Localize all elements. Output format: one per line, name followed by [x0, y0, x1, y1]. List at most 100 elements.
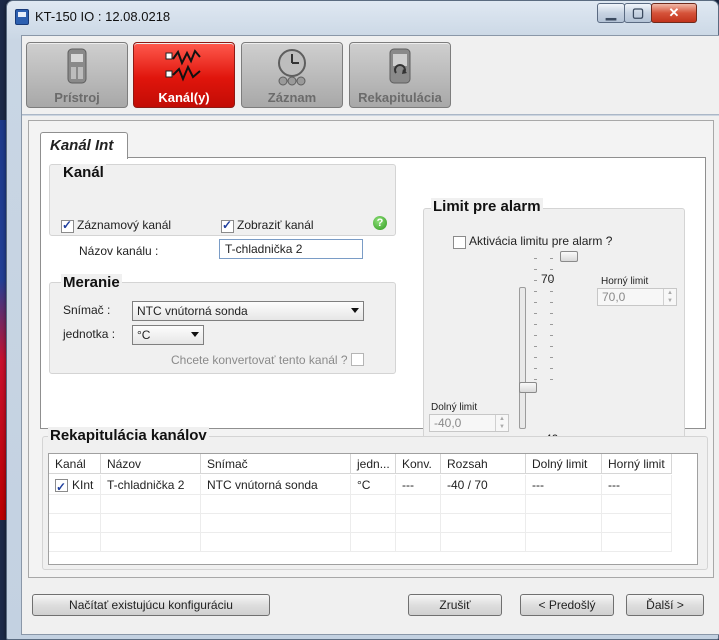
table-cell: [49, 513, 101, 533]
table-cell[interactable]: -40 / 70: [441, 475, 526, 495]
spin-buttons[interactable]: ▲ ▼: [495, 415, 508, 431]
table-cell: [351, 513, 396, 533]
slider-tick: [550, 368, 553, 369]
table-cell: [351, 494, 396, 514]
upper-limit-slider-thumb[interactable]: [560, 251, 578, 262]
toolbar-divider: [22, 114, 719, 116]
slider-tick: [534, 357, 537, 358]
slider-tick: [550, 258, 553, 259]
cancel-button[interactable]: Zrušiť: [408, 594, 502, 616]
table-cell: [201, 513, 351, 533]
lower-limit-spinbox[interactable]: -40,0 ▲ ▼: [429, 414, 509, 432]
column-header[interactable]: Kanál: [49, 454, 101, 474]
lower-limit-slider-thumb[interactable]: [519, 382, 537, 393]
table-cell: [441, 513, 526, 533]
slider-tick: [534, 324, 537, 325]
summary-table: Kanál Názov Snímač jedn... Konv. Rozsah Dolný …: [48, 453, 698, 565]
slider-tick: [550, 357, 553, 358]
table-cell[interactable]: ---: [526, 475, 602, 495]
table-cell: [101, 532, 201, 552]
minimize-button[interactable]: ▁: [597, 3, 625, 23]
lower-limit-value: -40,0: [434, 416, 462, 430]
load-config-button[interactable]: Načítať existujúcu konfiguráciu: [32, 594, 270, 616]
spin-buttons[interactable]: ▲ ▼: [663, 289, 676, 305]
display-channel-checkbox[interactable]: [221, 218, 234, 233]
slider-tick: [534, 280, 537, 281]
app-icon: [15, 9, 29, 25]
slider-tick: [534, 368, 537, 369]
spin-up-icon: ▲: [667, 290, 673, 296]
next-button[interactable]: Ďalší >: [626, 594, 704, 616]
tab-kanal-int-label: Kanál Int: [50, 137, 114, 154]
column-header[interactable]: Horný limit: [602, 454, 672, 474]
maximize-button[interactable]: ▢: [624, 3, 652, 23]
title-bar[interactable]: KT-150 IO : 12.08.0218 ▁ ▢ ✕: [7, 1, 718, 31]
tab-pristroj[interactable]: Prístroj: [26, 42, 128, 108]
slider-tick: [550, 302, 553, 303]
slider-tick: [550, 324, 553, 325]
column-header[interactable]: Názov: [101, 454, 201, 474]
help-icon[interactable]: ?: [373, 216, 387, 230]
previous-button[interactable]: < Predošlý: [520, 594, 614, 616]
alarm-limit-title: Limit pre alarm: [431, 198, 543, 215]
table-cell: [49, 532, 101, 552]
column-header[interactable]: Rozsah: [441, 454, 526, 474]
summary-title: Rekapitulácia kanálov: [48, 427, 209, 444]
cell-text: KInt: [72, 478, 94, 492]
kanal-group-title: Kanál: [61, 164, 106, 181]
device-icon: [67, 48, 87, 84]
tab-zaznam[interactable]: Záznam: [241, 42, 343, 108]
table-cell: [441, 494, 526, 514]
alarm-activation-label: Aktivácia limitu pre alarm ?: [469, 234, 613, 248]
slider-tick: [534, 346, 537, 347]
slider-tick: [534, 379, 537, 380]
table-cell[interactable]: ---: [602, 475, 672, 495]
chevron-down-icon: [191, 332, 199, 337]
spin-down-icon: ▼: [499, 424, 505, 430]
unit-label: jednotka :: [63, 327, 116, 341]
slider-tick: [550, 379, 553, 380]
tab-kanal-int[interactable]: Kanál Int: [40, 132, 128, 159]
upper-limit-value: 70,0: [602, 290, 626, 304]
unit-select[interactable]: °C: [132, 325, 204, 345]
table-cell: [201, 532, 351, 552]
alarm-activation-checkbox[interactable]: [453, 236, 466, 249]
column-header[interactable]: Dolný limit: [526, 454, 602, 474]
table-cell: [101, 494, 201, 514]
table-cell[interactable]: KInt: [49, 475, 101, 497]
client-area: Prístroj Kanál(y) Záznam Rekapitulácia K…: [21, 35, 719, 635]
summary-icon: [389, 48, 411, 84]
row-enabled-checkbox[interactable]: [55, 477, 68, 497]
slider-tick: [534, 291, 537, 292]
convert-checkbox[interactable]: [351, 353, 364, 366]
column-header[interactable]: Konv.: [396, 454, 441, 474]
slider-tick: [534, 269, 537, 270]
table-cell[interactable]: NTC vnútorná sonda: [201, 475, 351, 495]
column-header[interactable]: Snímač: [201, 454, 351, 474]
table-cell[interactable]: °C: [351, 475, 396, 495]
table-cell: [526, 532, 602, 552]
table-cell: [201, 494, 351, 514]
upper-limit-spinbox[interactable]: 70,0 ▲ ▼: [597, 288, 677, 306]
table-cell[interactable]: T-chladnička 2: [101, 475, 201, 495]
table-cell: [526, 513, 602, 533]
table-cell: [602, 532, 672, 552]
channel-name-input[interactable]: T-chladnička 2: [219, 239, 363, 259]
slider-tick: [534, 258, 537, 259]
column-header[interactable]: jedn...: [351, 454, 396, 474]
alarm-limit-slider-track[interactable]: [519, 287, 526, 429]
record-channel-checkbox[interactable]: [61, 218, 74, 233]
tab-label: Prístroj: [54, 90, 100, 105]
meranie-group-title: Meranie: [61, 274, 122, 291]
spin-up-icon: ▲: [499, 416, 505, 422]
tab-rekapitulacia[interactable]: Rekapitulácia: [349, 42, 451, 108]
table-cell[interactable]: ---: [396, 475, 441, 495]
tab-kanaly[interactable]: Kanál(y): [133, 42, 235, 108]
close-button[interactable]: ✕: [651, 3, 697, 23]
spin-down-icon: ▼: [667, 298, 673, 304]
upper-limit-label: Horný limit: [601, 276, 649, 287]
slider-tick: [550, 313, 553, 314]
slider-tick: [550, 335, 553, 336]
chevron-down-icon: [351, 308, 359, 313]
sensor-select[interactable]: NTC vnútorná sonda: [132, 301, 364, 321]
